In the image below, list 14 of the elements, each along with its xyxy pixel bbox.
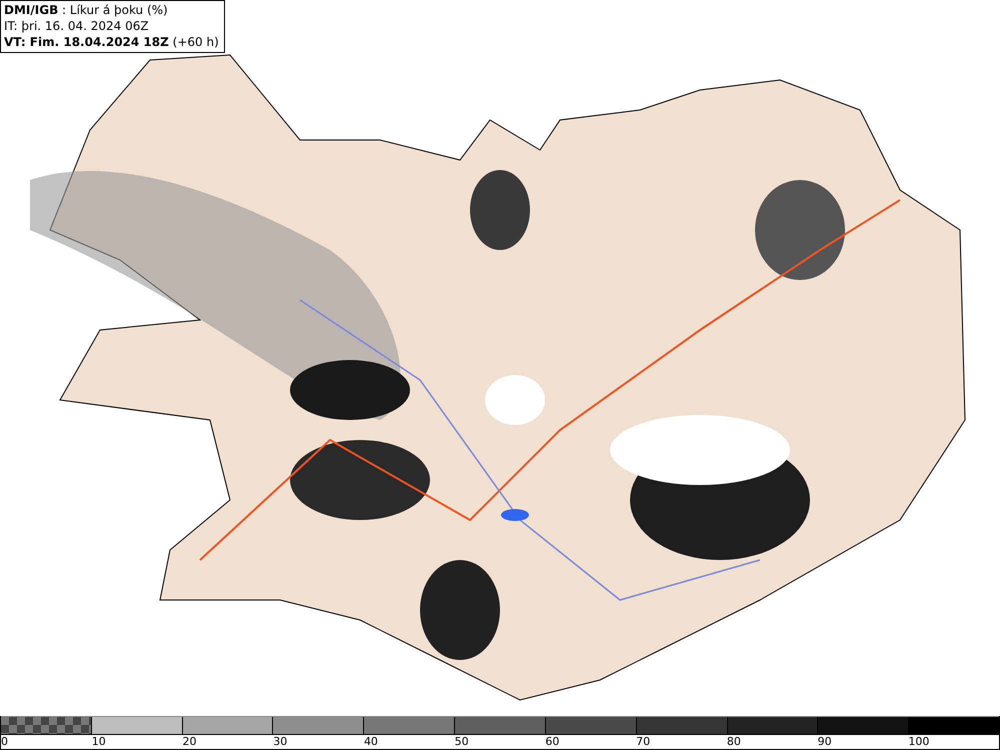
legend-label: 100 — [908, 735, 930, 749]
legend-label: 80 — [726, 735, 741, 749]
info-line: DMI/IGB : Líkur á þoku (%) — [4, 2, 169, 18]
legend-label: 20 — [182, 735, 196, 749]
legend-label: 10 — [92, 735, 106, 749]
legend-label: 40 — [364, 735, 378, 749]
info-line: VT: Fim. 18.04.2024 18Z (+60 h) — [4, 34, 219, 50]
legend-label: 50 — [454, 735, 469, 749]
legend-label: 60 — [545, 735, 560, 749]
legend-label: 90 — [818, 735, 832, 749]
info-line: IT: þri. 16. 04. 2024 06Z — [4, 18, 150, 34]
legend-label: 0 — [1, 735, 8, 749]
legend-label: 30 — [273, 735, 288, 749]
legend-label: 70 — [636, 735, 650, 749]
